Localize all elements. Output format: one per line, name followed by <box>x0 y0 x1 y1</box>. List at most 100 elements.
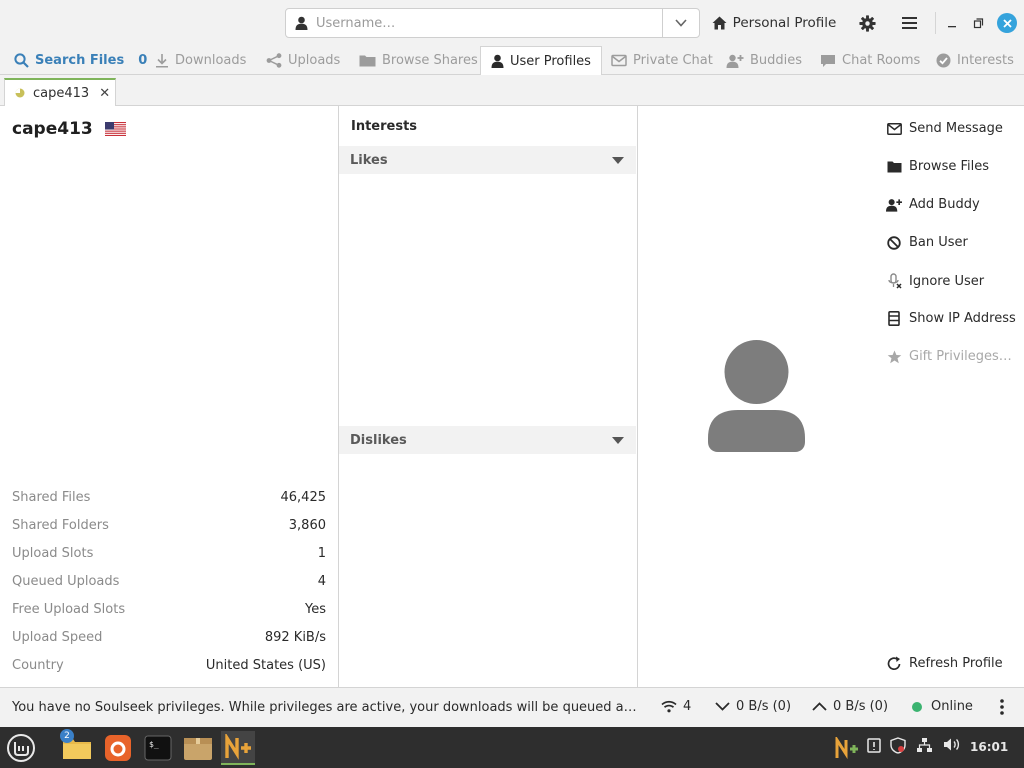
close-window-button[interactable] <box>996 12 1018 34</box>
upload-speed-value: 0 B/s (0) <box>833 699 889 714</box>
tab-downloads[interactable]: Downloads <box>153 46 248 75</box>
tab-chat-rooms[interactable]: Chat Rooms <box>818 46 922 75</box>
tab-label: Downloads <box>175 53 247 68</box>
stat-shared-folders: Shared Folders 3,860 <box>12 518 326 533</box>
tray-nicotine[interactable] <box>835 737 859 759</box>
download-speed-indicator[interactable]: 0 B/s (0) <box>715 699 791 714</box>
firefox-icon <box>105 735 131 761</box>
taskbar-archive[interactable] <box>181 731 215 765</box>
tab-uploads[interactable]: Uploads <box>264 46 342 75</box>
likes-label: Likes <box>350 152 388 168</box>
taskbar-clock[interactable]: 16:01 <box>970 740 1008 754</box>
share-icon <box>266 53 282 68</box>
action-label: Add Buddy <box>909 197 980 212</box>
personal-profile-button[interactable]: Personal Profile <box>706 8 842 38</box>
ignore-user-button[interactable]: Ignore User <box>886 273 984 289</box>
network-icon <box>917 738 932 752</box>
close-tab-button[interactable]: ✕ <box>99 86 110 101</box>
stat-value: Yes <box>305 602 326 617</box>
action-label: Ignore User <box>909 273 985 289</box>
tab-label: Buddies <box>750 53 803 68</box>
tray-notes[interactable] <box>867 737 881 753</box>
tab-search-files[interactable]: Search Files 0 <box>12 46 149 75</box>
tab-browse-shares[interactable]: Browse Shares <box>357 46 480 75</box>
stat-label: Free Upload Slots <box>12 602 126 617</box>
tab-interests[interactable]: Interests <box>934 46 1016 75</box>
connections-indicator[interactable]: 4 <box>661 699 691 714</box>
tray-network[interactable] <box>916 737 933 753</box>
stat-label: Upload Speed <box>12 630 103 645</box>
package-icon <box>184 738 212 760</box>
add-user-icon <box>726 54 744 68</box>
clipboard-icon <box>867 738 881 753</box>
hamburger-menu-icon <box>901 17 917 29</box>
add-buddy-button[interactable]: Add Buddy <box>886 197 980 212</box>
download-icon <box>156 54 168 68</box>
tray-volume[interactable] <box>943 737 961 752</box>
stat-label: Queued Uploads <box>12 574 120 589</box>
action-label: Send Message <box>909 121 1003 136</box>
sort-arrow-icon <box>612 156 624 164</box>
interests-title: Interests <box>351 119 418 134</box>
search-icon <box>14 53 29 68</box>
personal-profile-label: Personal Profile <box>732 15 837 31</box>
dislikes-label: Dislikes <box>350 432 407 448</box>
gift-privileges-button[interactable]: Gift Privileges… <box>886 349 1012 364</box>
tab-buddies[interactable]: Buddies <box>724 46 804 75</box>
nicotine-plus-tray-icon <box>835 737 858 759</box>
refresh-profile-button[interactable]: Refresh Profile <box>886 656 1003 671</box>
user-info-pane: cape413 Shared Files 46,425 Shared Folde… <box>0 106 339 687</box>
profile-actions-pane: Send Message Browse Files Add Buddy Ban … <box>638 106 1024 687</box>
upload-speed-indicator[interactable]: 0 B/s (0) <box>812 699 888 714</box>
tab-label: Chat Rooms <box>842 53 921 68</box>
stat-value: 1 <box>317 546 326 561</box>
tab-user-profiles[interactable]: User Profiles <box>480 46 602 76</box>
maximize-button[interactable] <box>969 8 987 38</box>
chevron-down-icon <box>675 19 687 27</box>
terminal-icon: $_ <box>144 735 172 761</box>
svg-text:$_: $_ <box>149 740 159 749</box>
tab-label: Search Files <box>35 53 125 68</box>
stat-queued-uploads: Queued Uploads 4 <box>12 574 326 589</box>
tab-label: Uploads <box>288 53 341 68</box>
username-dropdown-button[interactable] <box>662 9 699 37</box>
stat-label: Upload Slots <box>12 546 94 561</box>
stat-upload-speed: Upload Speed 892 KiB/s <box>12 630 326 645</box>
browse-files-button[interactable]: Browse Files <box>886 159 989 174</box>
start-menu-button[interactable] <box>4 731 38 765</box>
tab-user-cape413[interactable]: cape413 ✕ <box>4 78 116 106</box>
preferences-button[interactable] <box>850 8 884 38</box>
tab-label: cape413 <box>33 85 90 101</box>
username-combo[interactable] <box>285 8 700 38</box>
shield-icon <box>890 737 906 754</box>
username-input[interactable] <box>316 10 662 36</box>
header-bar: Personal Profile <box>0 0 1024 46</box>
ban-user-button[interactable]: Ban User <box>886 235 968 250</box>
status-away-icon <box>15 88 25 98</box>
likes-column-header[interactable]: Likes <box>339 146 636 174</box>
check-circle-icon <box>936 53 951 68</box>
status-menu-button[interactable] <box>1000 699 1004 715</box>
nicotine-plus-icon <box>225 734 251 760</box>
taskbar-nicotine[interactable] <box>221 731 255 765</box>
action-label: Show IP Address <box>909 311 1016 326</box>
stat-label: Shared Files <box>12 490 91 505</box>
envelope-icon <box>611 54 627 67</box>
taskbar-terminal[interactable]: $_ <box>141 731 175 765</box>
dislikes-column-header[interactable]: Dislikes <box>339 426 636 454</box>
taskbar-firefox[interactable] <box>101 731 135 765</box>
online-status-button[interactable]: Online <box>912 699 973 714</box>
tab-private-chat[interactable]: Private Chat <box>609 46 715 75</box>
show-ip-address-button[interactable]: Show IP Address <box>886 311 1016 326</box>
minimize-button[interactable] <box>943 8 961 38</box>
stat-value: 46,425 <box>280 490 327 505</box>
tray-shield[interactable] <box>890 737 906 754</box>
stat-shared-files: Shared Files 46,425 <box>12 490 326 505</box>
online-dot-icon <box>912 701 922 712</box>
window-controls-separator <box>935 12 936 34</box>
main-menu-button[interactable] <box>892 8 926 38</box>
user-silhouette-icon <box>708 340 805 452</box>
send-message-button[interactable]: Send Message <box>886 121 1003 136</box>
mint-logo-icon <box>7 734 35 762</box>
taskbar-files[interactable]: 2 <box>60 729 94 765</box>
